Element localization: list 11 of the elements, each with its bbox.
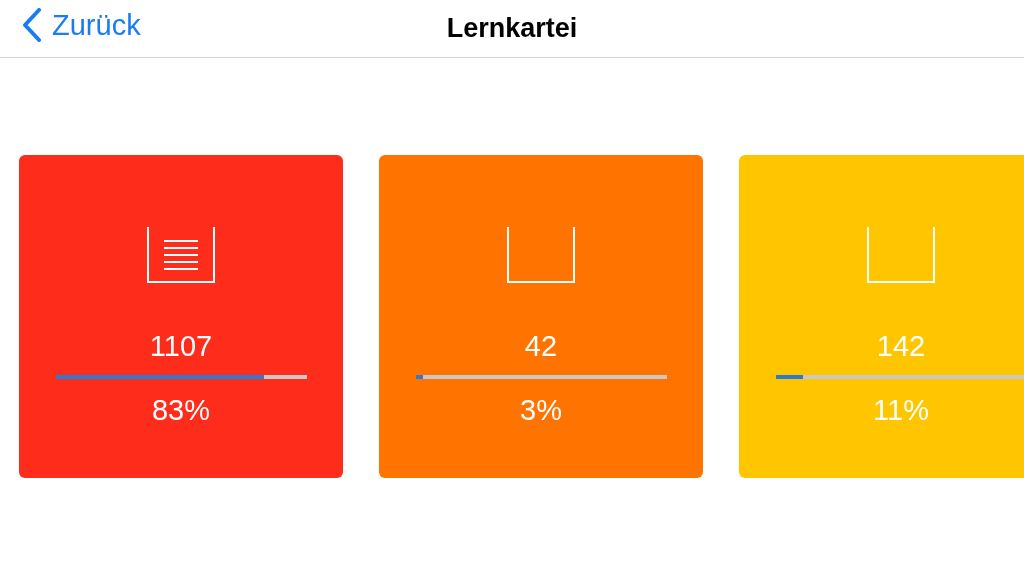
card-count: 142: [876, 329, 926, 363]
card-count: 1107: [149, 329, 213, 363]
progress-percent: 3%: [520, 393, 562, 427]
box-card[interactable]: 42 3%: [379, 155, 703, 478]
progress-percent: 11%: [873, 393, 929, 427]
card-count: 42: [524, 329, 558, 363]
back-button[interactable]: Zurück: [22, 8, 141, 42]
screen-title: Lernkartei: [446, 13, 578, 44]
chevron-left-icon: [22, 8, 42, 42]
progress-percent: 83%: [151, 393, 210, 427]
box-card[interactable]: 1107 83%: [19, 155, 343, 478]
